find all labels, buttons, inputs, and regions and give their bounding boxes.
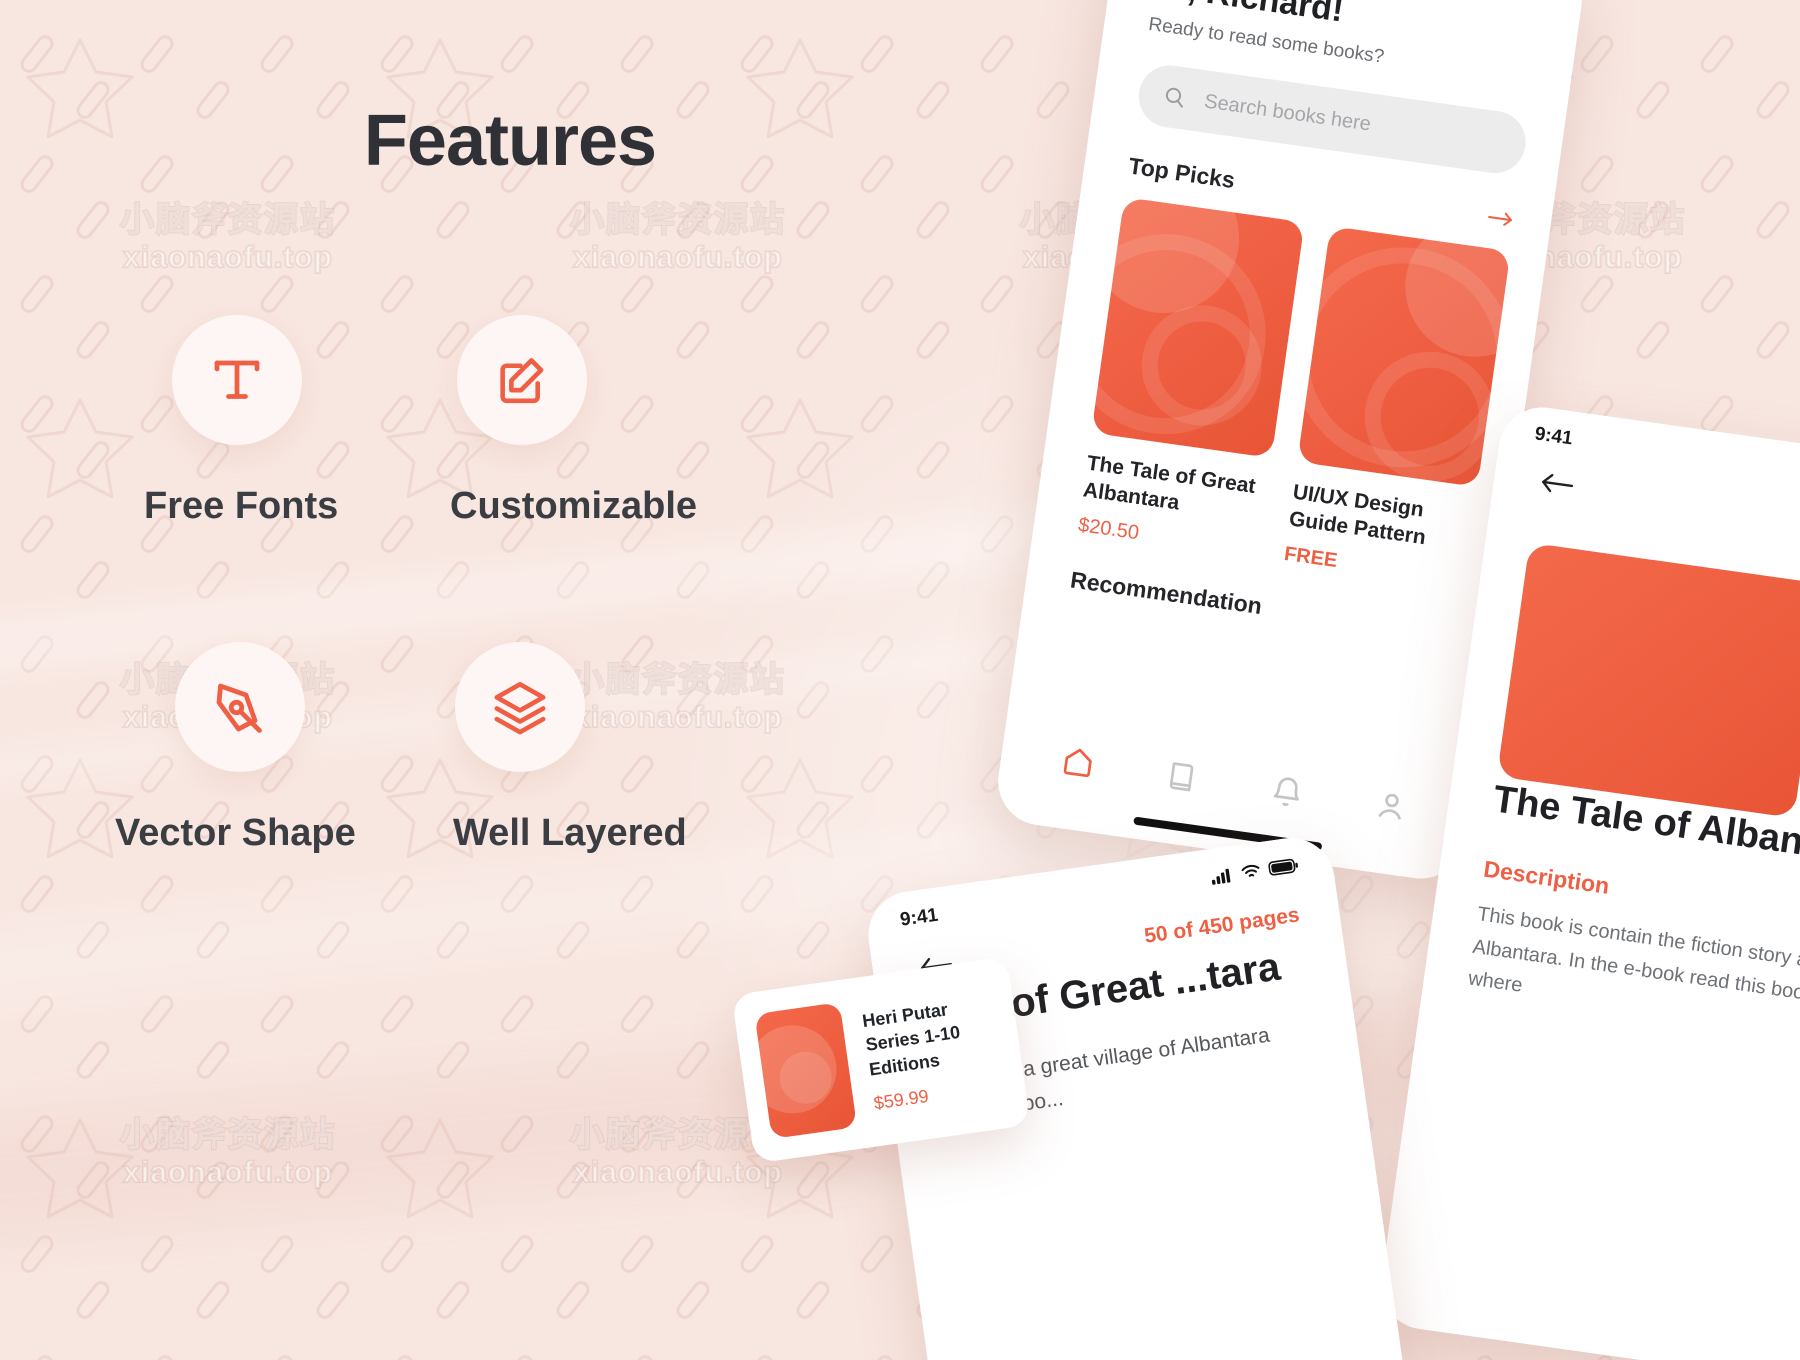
layers-icon <box>491 678 549 736</box>
book-cover <box>1297 226 1511 488</box>
feature-well-layered: Well Layered <box>450 642 780 855</box>
feature-label: Free Fonts <box>144 485 339 527</box>
mini-book-price: $59.99 <box>872 1085 930 1114</box>
feature-label: Customizable <box>450 485 698 527</box>
book-cover <box>1091 197 1305 459</box>
feature-icon-bubble <box>457 315 587 445</box>
section-title: Top Picks <box>1127 152 1237 194</box>
home-content: Hi, Richard! Ready to read some books? S… <box>1069 0 1543 647</box>
search-icon <box>1161 84 1188 111</box>
detail-book-cover <box>1496 542 1800 819</box>
feature-label: Vector Shape <box>115 812 356 854</box>
book-card[interactable]: The Tale of Great Albantara $20.50 <box>1077 197 1305 562</box>
top-picks-list: The Tale of Great Albantara $20.50 UI/UX… <box>1077 197 1511 591</box>
feature-customizable: Customizable <box>450 315 780 528</box>
cellular-icon <box>1210 866 1234 885</box>
book-icon[interactable] <box>1163 758 1201 796</box>
status-time: 9:41 <box>898 904 940 931</box>
mini-book-cover <box>754 1002 858 1139</box>
bell-icon[interactable] <box>1268 772 1306 810</box>
wifi-icon <box>1240 862 1262 881</box>
arrow-right-icon[interactable] <box>1486 206 1517 230</box>
status-time: 9:41 <box>1533 423 1574 450</box>
text-type-icon <box>207 350 267 410</box>
page-title: Features <box>363 101 657 181</box>
feature-free-fonts: Free Fonts <box>140 315 470 528</box>
pen-tool-icon <box>210 677 270 737</box>
search-placeholder: Search books here <box>1203 89 1373 136</box>
section-title: Recommendation <box>1068 566 1264 619</box>
feature-vector-shape: Vector Shape <box>115 642 470 855</box>
status-icons <box>1210 857 1299 885</box>
detail-content: The Tale of Albantara Description This b… <box>1466 467 1800 1048</box>
mini-book-title: Heri Putar Series 1-10 Editions <box>861 999 962 1080</box>
detail-description: This book is contain the fiction story a… <box>1466 903 1800 1006</box>
feature-icon-bubble <box>172 315 302 445</box>
feature-label: Well Layered <box>453 812 687 854</box>
user-icon[interactable] <box>1372 787 1410 825</box>
feature-icon-bubble <box>175 642 305 772</box>
feature-icon-bubble <box>455 642 585 772</box>
battery-icon <box>1268 857 1300 877</box>
book-card[interactable]: UI/UX Design Guide Pattern FREE <box>1283 226 1511 591</box>
edit-square-icon <box>493 351 551 409</box>
home-icon[interactable] <box>1059 743 1097 781</box>
